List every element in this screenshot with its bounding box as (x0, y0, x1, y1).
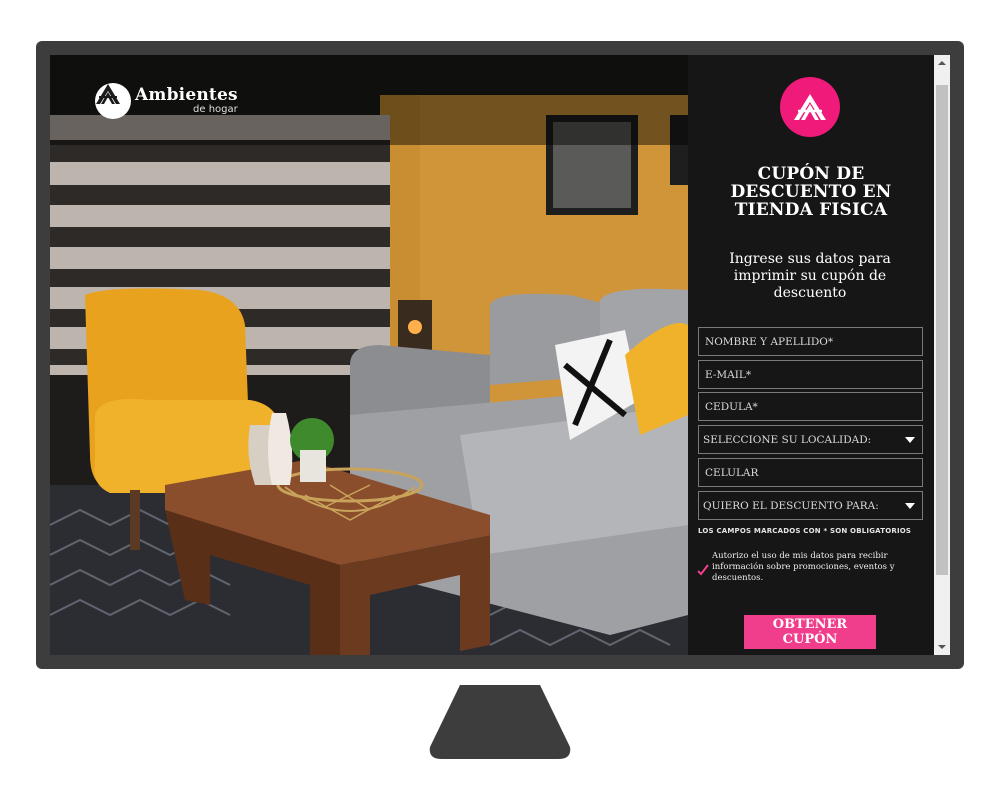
consent-label: Autorizo el uso de mis datos para recibi… (712, 551, 895, 583)
vertical-scrollbar[interactable] (934, 55, 950, 655)
form-title: CUPÓN DE DESCUENTO EN TIENDA FISICA (730, 164, 892, 220)
screen: Ambientes de hogar CUPÓN DE DESCUENTO EN… (50, 55, 950, 655)
coupon-form-panel: CUPÓN DE DESCUENTO EN TIENDA FISICA Ingr… (688, 55, 934, 655)
scroll-thumb[interactable] (936, 85, 948, 575)
locality-select[interactable]: SELECCIONE SU LOCALIDAD: (698, 425, 923, 454)
brand-logo[interactable]: Ambientes de hogar (95, 83, 238, 119)
brand-wordmark: Ambientes de hogar (135, 87, 238, 115)
consent-row: Autorizo el uso de mis datos para recibi… (696, 551, 921, 584)
phone-field[interactable]: CELULAR (698, 458, 923, 487)
chevron-down-icon (905, 502, 915, 509)
scroll-down-icon[interactable] (934, 639, 950, 655)
monitor-stand (429, 685, 571, 759)
checkmark-icon[interactable] (696, 563, 710, 577)
locality-select-label: SELECCIONE SU LOCALIDAD: (703, 433, 872, 446)
required-fields-note: LOS CAMPOS MARCADOS CON * SON OBLIGATORI… (698, 527, 912, 535)
panel-logo-icon (780, 77, 840, 137)
brand-name: Ambientes (135, 85, 238, 105)
monitor-frame: Ambientes de hogar CUPÓN DE DESCUENTO EN… (36, 41, 964, 669)
get-coupon-button[interactable]: OBTENER CUPÓN (744, 615, 876, 649)
name-field[interactable]: NOMBRE Y APELLIDO* (698, 327, 923, 356)
email-field[interactable]: E-MAIL* (698, 360, 923, 389)
chevron-down-icon (905, 436, 915, 443)
brand-tagline: de hogar (193, 104, 238, 115)
scroll-up-icon[interactable] (934, 55, 950, 71)
brand-logo-icon (95, 83, 131, 119)
discount-select[interactable]: QUIERO EL DESCUENTO PARA: (698, 491, 923, 520)
form-subtitle: Ingrese sus datos para imprimir su cupón… (729, 251, 891, 301)
discount-select-label: QUIERO EL DESCUENTO PARA: (703, 499, 879, 512)
hero-photo: Ambientes de hogar (50, 55, 688, 655)
id-number-field[interactable]: CEDULA* (698, 392, 923, 421)
living-room-illustration (50, 55, 688, 655)
